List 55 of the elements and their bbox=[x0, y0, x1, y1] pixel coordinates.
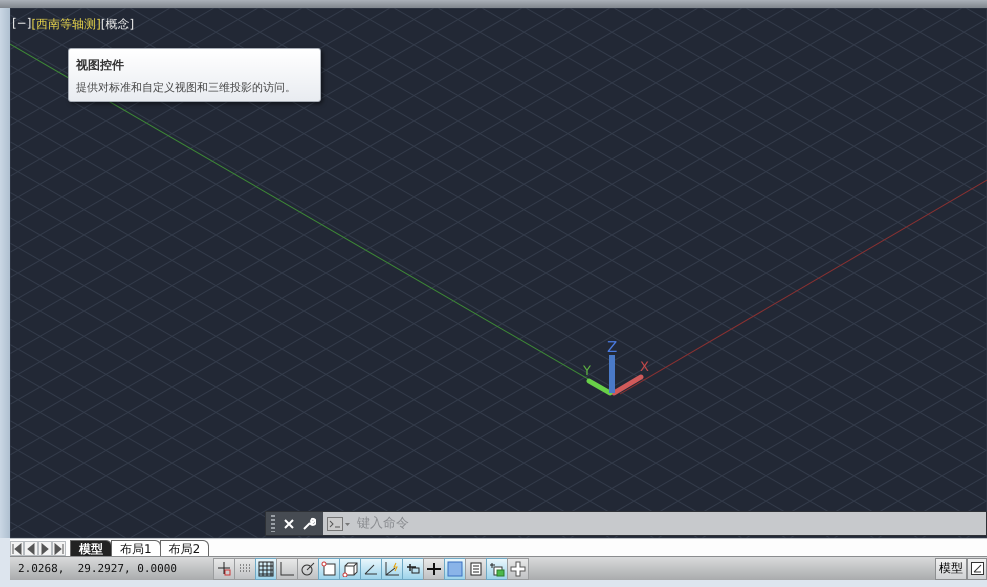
status-toggle-button[interactable] bbox=[465, 558, 487, 580]
tooltip-description: 提供对标准和自定义视图和三维投影的访问。 bbox=[76, 80, 297, 95]
grid-icon bbox=[258, 560, 274, 576]
status-toggle-button[interactable] bbox=[402, 558, 424, 580]
crosshair-icon bbox=[426, 560, 442, 576]
next-tab-button[interactable] bbox=[38, 541, 52, 556]
close-icon bbox=[284, 518, 294, 528]
axes-icon bbox=[384, 560, 400, 576]
view-control[interactable]: [−] bbox=[12, 16, 32, 33]
first-tab-button[interactable] bbox=[10, 541, 24, 556]
status-toggle-button[interactable] bbox=[507, 558, 529, 580]
layout-tab[interactable]: 布局1 bbox=[111, 540, 161, 556]
status-toggle-button[interactable] bbox=[318, 558, 340, 580]
status-toggle-button[interactable] bbox=[339, 558, 361, 580]
layout-tab[interactable]: 布局2 bbox=[160, 540, 210, 556]
next-arrow-icon bbox=[39, 542, 51, 556]
status-toggle-button[interactable] bbox=[486, 558, 508, 580]
first-arrow-icon bbox=[11, 542, 23, 556]
view-control[interactable]: [西南等轴测] bbox=[31, 16, 101, 33]
list-icon bbox=[468, 560, 484, 576]
command-input-field[interactable]: 键入命令 bbox=[323, 512, 986, 535]
layout-button[interactable] bbox=[967, 558, 987, 580]
status-toggle-button[interactable] bbox=[255, 558, 277, 580]
command-input[interactable]: 键入命令 bbox=[355, 515, 986, 532]
ortho-icon bbox=[279, 560, 295, 576]
x-axis-label: X bbox=[640, 360, 649, 375]
status-toggle-button[interactable] bbox=[423, 558, 445, 580]
status-toggle-button[interactable] bbox=[213, 558, 235, 580]
status-toggle-button[interactable] bbox=[360, 558, 382, 580]
cube-icon bbox=[342, 560, 358, 576]
prompt-icon bbox=[327, 516, 351, 530]
square-snap-icon bbox=[321, 560, 337, 576]
status-toggle-button[interactable] bbox=[276, 558, 298, 580]
last-tab-button[interactable] bbox=[52, 541, 66, 556]
coordinates: 2.0268, 29.2927, 0.0000 bbox=[17, 562, 178, 575]
status-toggle-button[interactable] bbox=[444, 558, 466, 580]
status-toggle-button[interactable] bbox=[297, 558, 319, 580]
view-control[interactable]: [概念] bbox=[100, 16, 134, 33]
layout-icon bbox=[970, 562, 984, 575]
layout-tab[interactable]: 模型 bbox=[70, 540, 112, 556]
wrench-icon bbox=[302, 516, 316, 530]
previous-tab-button[interactable] bbox=[24, 541, 38, 556]
status-toggle-button[interactable] bbox=[381, 558, 403, 580]
tooltip-title: 视图控件 bbox=[76, 57, 125, 74]
polar-icon bbox=[300, 560, 316, 576]
plus-icon bbox=[510, 560, 526, 576]
layers-icon bbox=[489, 560, 505, 576]
grip-icon bbox=[271, 515, 275, 532]
z-axis-label: Z bbox=[607, 338, 618, 356]
last-arrow-icon bbox=[53, 542, 65, 556]
status-toggle-button[interactable] bbox=[234, 558, 256, 580]
model-button[interactable]: 模型 bbox=[935, 558, 967, 580]
previous-arrow-icon bbox=[25, 542, 37, 556]
y-axis-label: Y bbox=[583, 364, 591, 379]
snap-icon bbox=[216, 560, 232, 576]
